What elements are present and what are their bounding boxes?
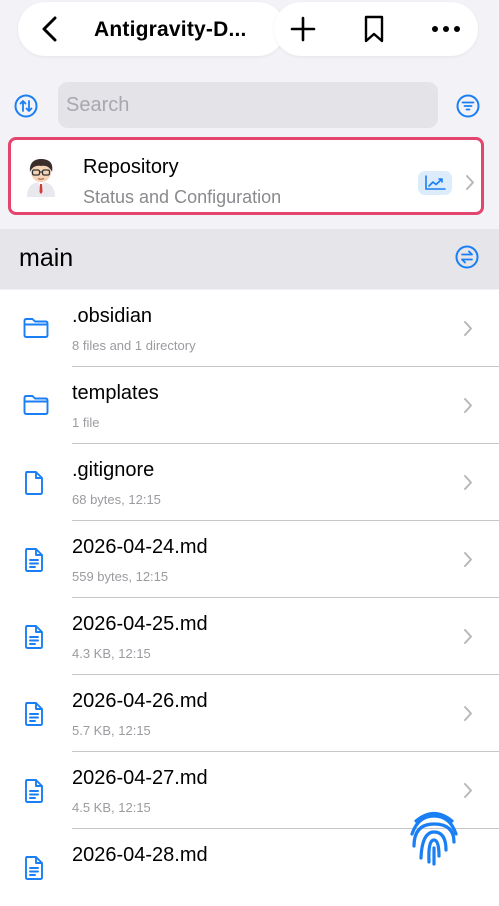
- list-item[interactable]: 2026-04-26.md 5.7 KB, 12:15: [0, 675, 499, 752]
- list-item[interactable]: 2026-04-24.md 559 bytes, 12:15: [0, 521, 499, 598]
- file-meta: 1 file: [72, 415, 100, 430]
- file-meta: 5.7 KB, 12:15: [72, 723, 151, 738]
- ellipsis-icon: [432, 26, 460, 32]
- file-meta: 8 files and 1 directory: [72, 338, 196, 353]
- list-item[interactable]: .obsidian 8 files and 1 directory: [0, 290, 499, 367]
- repository-subtitle: Status and Configuration: [83, 187, 282, 207]
- file-name: .gitignore: [72, 459, 155, 481]
- file-meta: 68 bytes, 12:15: [72, 492, 161, 507]
- search-input[interactable]: Search: [58, 82, 438, 128]
- branch-header: main: [0, 229, 499, 289]
- file-meta: 4.3 KB, 12:15: [72, 646, 151, 661]
- list-item[interactable]: templates 1 file: [0, 367, 499, 444]
- folder-icon: [23, 318, 49, 338]
- bookmark-icon: [364, 15, 384, 43]
- sort-button[interactable]: [14, 94, 38, 123]
- file-name: 2026-04-26.md: [72, 690, 208, 712]
- bookmark-button[interactable]: [352, 7, 396, 51]
- search-row: Search: [0, 82, 499, 130]
- search-placeholder: Search: [66, 94, 130, 116]
- file-name: 2026-04-28.md: [72, 844, 208, 866]
- chevron-right-icon: [464, 706, 472, 721]
- plus-icon: [290, 16, 316, 42]
- chevron-right-icon: [464, 475, 472, 490]
- switch-branch-icon: [455, 245, 479, 269]
- filter-button[interactable]: [456, 94, 480, 123]
- text-document-icon: [25, 779, 43, 803]
- chevron-right-icon: [464, 783, 472, 798]
- file-meta: 559 bytes, 12:15: [72, 569, 169, 584]
- fingerprint-icon[interactable]: [404, 806, 464, 866]
- text-document-icon: [25, 702, 43, 726]
- activity-badge[interactable]: [418, 171, 452, 195]
- add-button[interactable]: [281, 7, 325, 51]
- folder-icon: [23, 395, 49, 415]
- navigation-bar: Antigravity-D...: [0, 0, 499, 75]
- text-document-icon: [25, 625, 43, 649]
- sort-arrows-icon: [14, 94, 38, 118]
- chevron-left-icon: [42, 16, 57, 42]
- file-name: 2026-04-27.md: [72, 767, 208, 789]
- back-button[interactable]: [28, 7, 72, 51]
- chevron-right-icon: [464, 398, 472, 413]
- filter-icon: [456, 94, 480, 118]
- list-item[interactable]: 2026-04-25.md 4.3 KB, 12:15: [0, 598, 499, 675]
- chevron-right-icon: [464, 629, 472, 644]
- chevron-right-icon: [464, 552, 472, 567]
- file-meta: 4.5 KB, 12:15: [72, 800, 151, 815]
- chevron-right-icon: [466, 175, 474, 190]
- more-button[interactable]: [424, 7, 468, 51]
- page-title: Antigravity-D...: [94, 18, 247, 41]
- trend-chart-icon: [425, 175, 446, 190]
- document-icon: [25, 471, 43, 495]
- file-name: 2026-04-25.md: [72, 613, 208, 635]
- chevron-right-icon: [464, 321, 472, 336]
- branch-name: main: [19, 244, 74, 272]
- repository-title: Repository: [83, 156, 179, 178]
- text-document-icon: [25, 856, 43, 880]
- list-item[interactable]: .gitignore 68 bytes, 12:15: [0, 444, 499, 521]
- actions-pill: [274, 2, 478, 56]
- text-document-icon: [25, 548, 43, 572]
- file-name: templates: [72, 382, 159, 404]
- title-pill: Antigravity-D...: [18, 2, 285, 56]
- file-name: 2026-04-24.md: [72, 536, 208, 558]
- switch-branch-button[interactable]: [455, 245, 479, 274]
- file-name: .obsidian: [72, 305, 153, 327]
- repository-card[interactable]: Repository Status and Configuration: [8, 137, 484, 215]
- avatar: [27, 159, 55, 197]
